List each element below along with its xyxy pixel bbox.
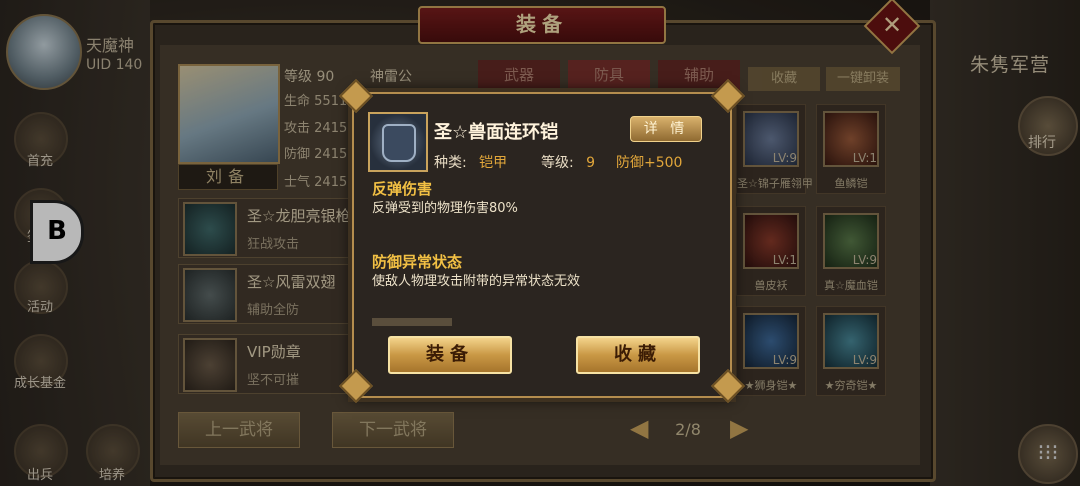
effect-title: 反弹伤害 <box>372 180 433 198</box>
collect-button[interactable]: 收藏 <box>576 336 700 374</box>
item-level: 等级: 9 <box>541 152 595 172</box>
item-type-label: 种类: <box>434 155 467 171</box>
effect-description: 反弹受到的物理伤害80% <box>372 201 518 216</box>
item-title: 圣☆兽面连环铠 <box>434 122 559 143</box>
scroll-fade <box>372 318 452 326</box>
item-level-value: 9 <box>586 155 596 171</box>
detail-button[interactable]: 详 情 <box>630 116 702 142</box>
item-defense: 防御+500 <box>616 152 682 172</box>
item-level-label: 等级: <box>541 155 574 171</box>
item-defense-value: 防御+500 <box>616 155 683 171</box>
armor-item-icon <box>368 112 428 172</box>
effect-title: 防御异常状态 <box>372 253 463 271</box>
item-type-value: 铠甲 <box>479 155 508 171</box>
item-type: 种类: 铠甲 <box>434 152 507 172</box>
equip-button[interactable]: 装备 <box>388 336 512 374</box>
effect-description: 使敌人物理攻击附带的异常状态无效 <box>372 274 581 289</box>
